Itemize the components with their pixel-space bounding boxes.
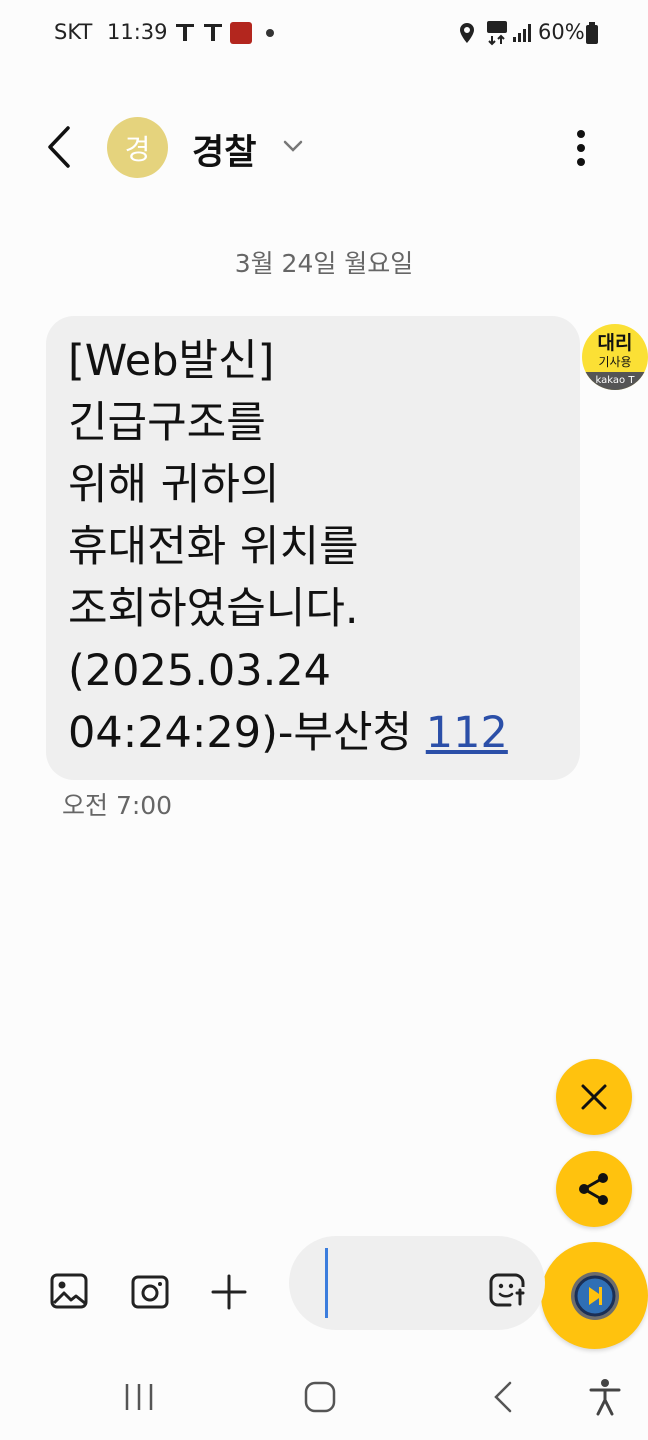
clock: 11:39 <box>107 20 168 44</box>
message-body: [Web발신] 긴급구조를 위해 귀하의 휴대전화 위치를 조회하였습니다. (… <box>68 330 558 764</box>
message-bubble[interactable]: [Web발신] 긴급구조를 위해 귀하의 휴대전화 위치를 조회하였습니다. (… <box>46 316 580 780</box>
back-button[interactable] <box>40 124 80 170</box>
camera-icon[interactable] <box>131 1273 169 1309</box>
close-icon <box>581 1084 607 1110</box>
share-fab-button[interactable] <box>556 1151 632 1227</box>
badge-line2: 기사용 <box>598 355 632 369</box>
accessibility-icon[interactable] <box>588 1378 622 1416</box>
conversation-header: 경 경찰 <box>0 100 648 192</box>
notification-dot-icon <box>266 29 274 37</box>
badge-brand: kakao T <box>582 372 648 390</box>
chevron-down-icon[interactable] <box>282 138 304 154</box>
message-input[interactable] <box>329 1256 479 1310</box>
battery-percent: 60% <box>538 20 585 44</box>
message-time: 오전 7:00 <box>62 791 173 820</box>
tmap-icon-2 <box>204 24 222 41</box>
date-separator: 3월 24일 월요일 <box>234 249 414 278</box>
share-icon <box>579 1173 608 1205</box>
message-text: [Web발신] 긴급구조를 위해 귀하의 휴대전화 위치를 조회하였습니다. (… <box>68 336 413 758</box>
more-options-button[interactable] <box>566 126 596 170</box>
battery-icon <box>586 22 598 44</box>
plus-icon[interactable] <box>211 1274 247 1310</box>
location-icon <box>460 23 474 43</box>
close-fab-button[interactable] <box>556 1059 632 1135</box>
recent-apps-icon[interactable] <box>122 1380 156 1414</box>
contact-avatar[interactable]: 경 <box>107 117 168 178</box>
5g-icon <box>487 21 507 46</box>
tmap-icon <box>176 24 194 41</box>
home-icon[interactable] <box>303 1380 337 1414</box>
phone-number-link[interactable]: 112 <box>426 708 508 758</box>
message-composer <box>0 1236 648 1336</box>
badge-line1: 대리 <box>597 332 633 354</box>
status-bar: SKT 11:39 60% <box>0 0 648 68</box>
back-nav-icon[interactable] <box>490 1380 516 1414</box>
system-navigation-bar <box>0 1360 648 1440</box>
carrier-label: SKT <box>54 20 93 44</box>
signal-icon <box>513 24 531 42</box>
sticker-icon[interactable] <box>489 1273 525 1307</box>
emergency-alert-icon <box>230 22 252 44</box>
message-input-pill[interactable] <box>289 1236 545 1330</box>
gallery-icon[interactable] <box>50 1273 88 1309</box>
kakao-t-driver-badge[interactable]: 대리 기사용 kakao T <box>582 324 648 390</box>
text-caret <box>325 1248 328 1318</box>
contact-name[interactable]: 경찰 <box>192 124 256 175</box>
